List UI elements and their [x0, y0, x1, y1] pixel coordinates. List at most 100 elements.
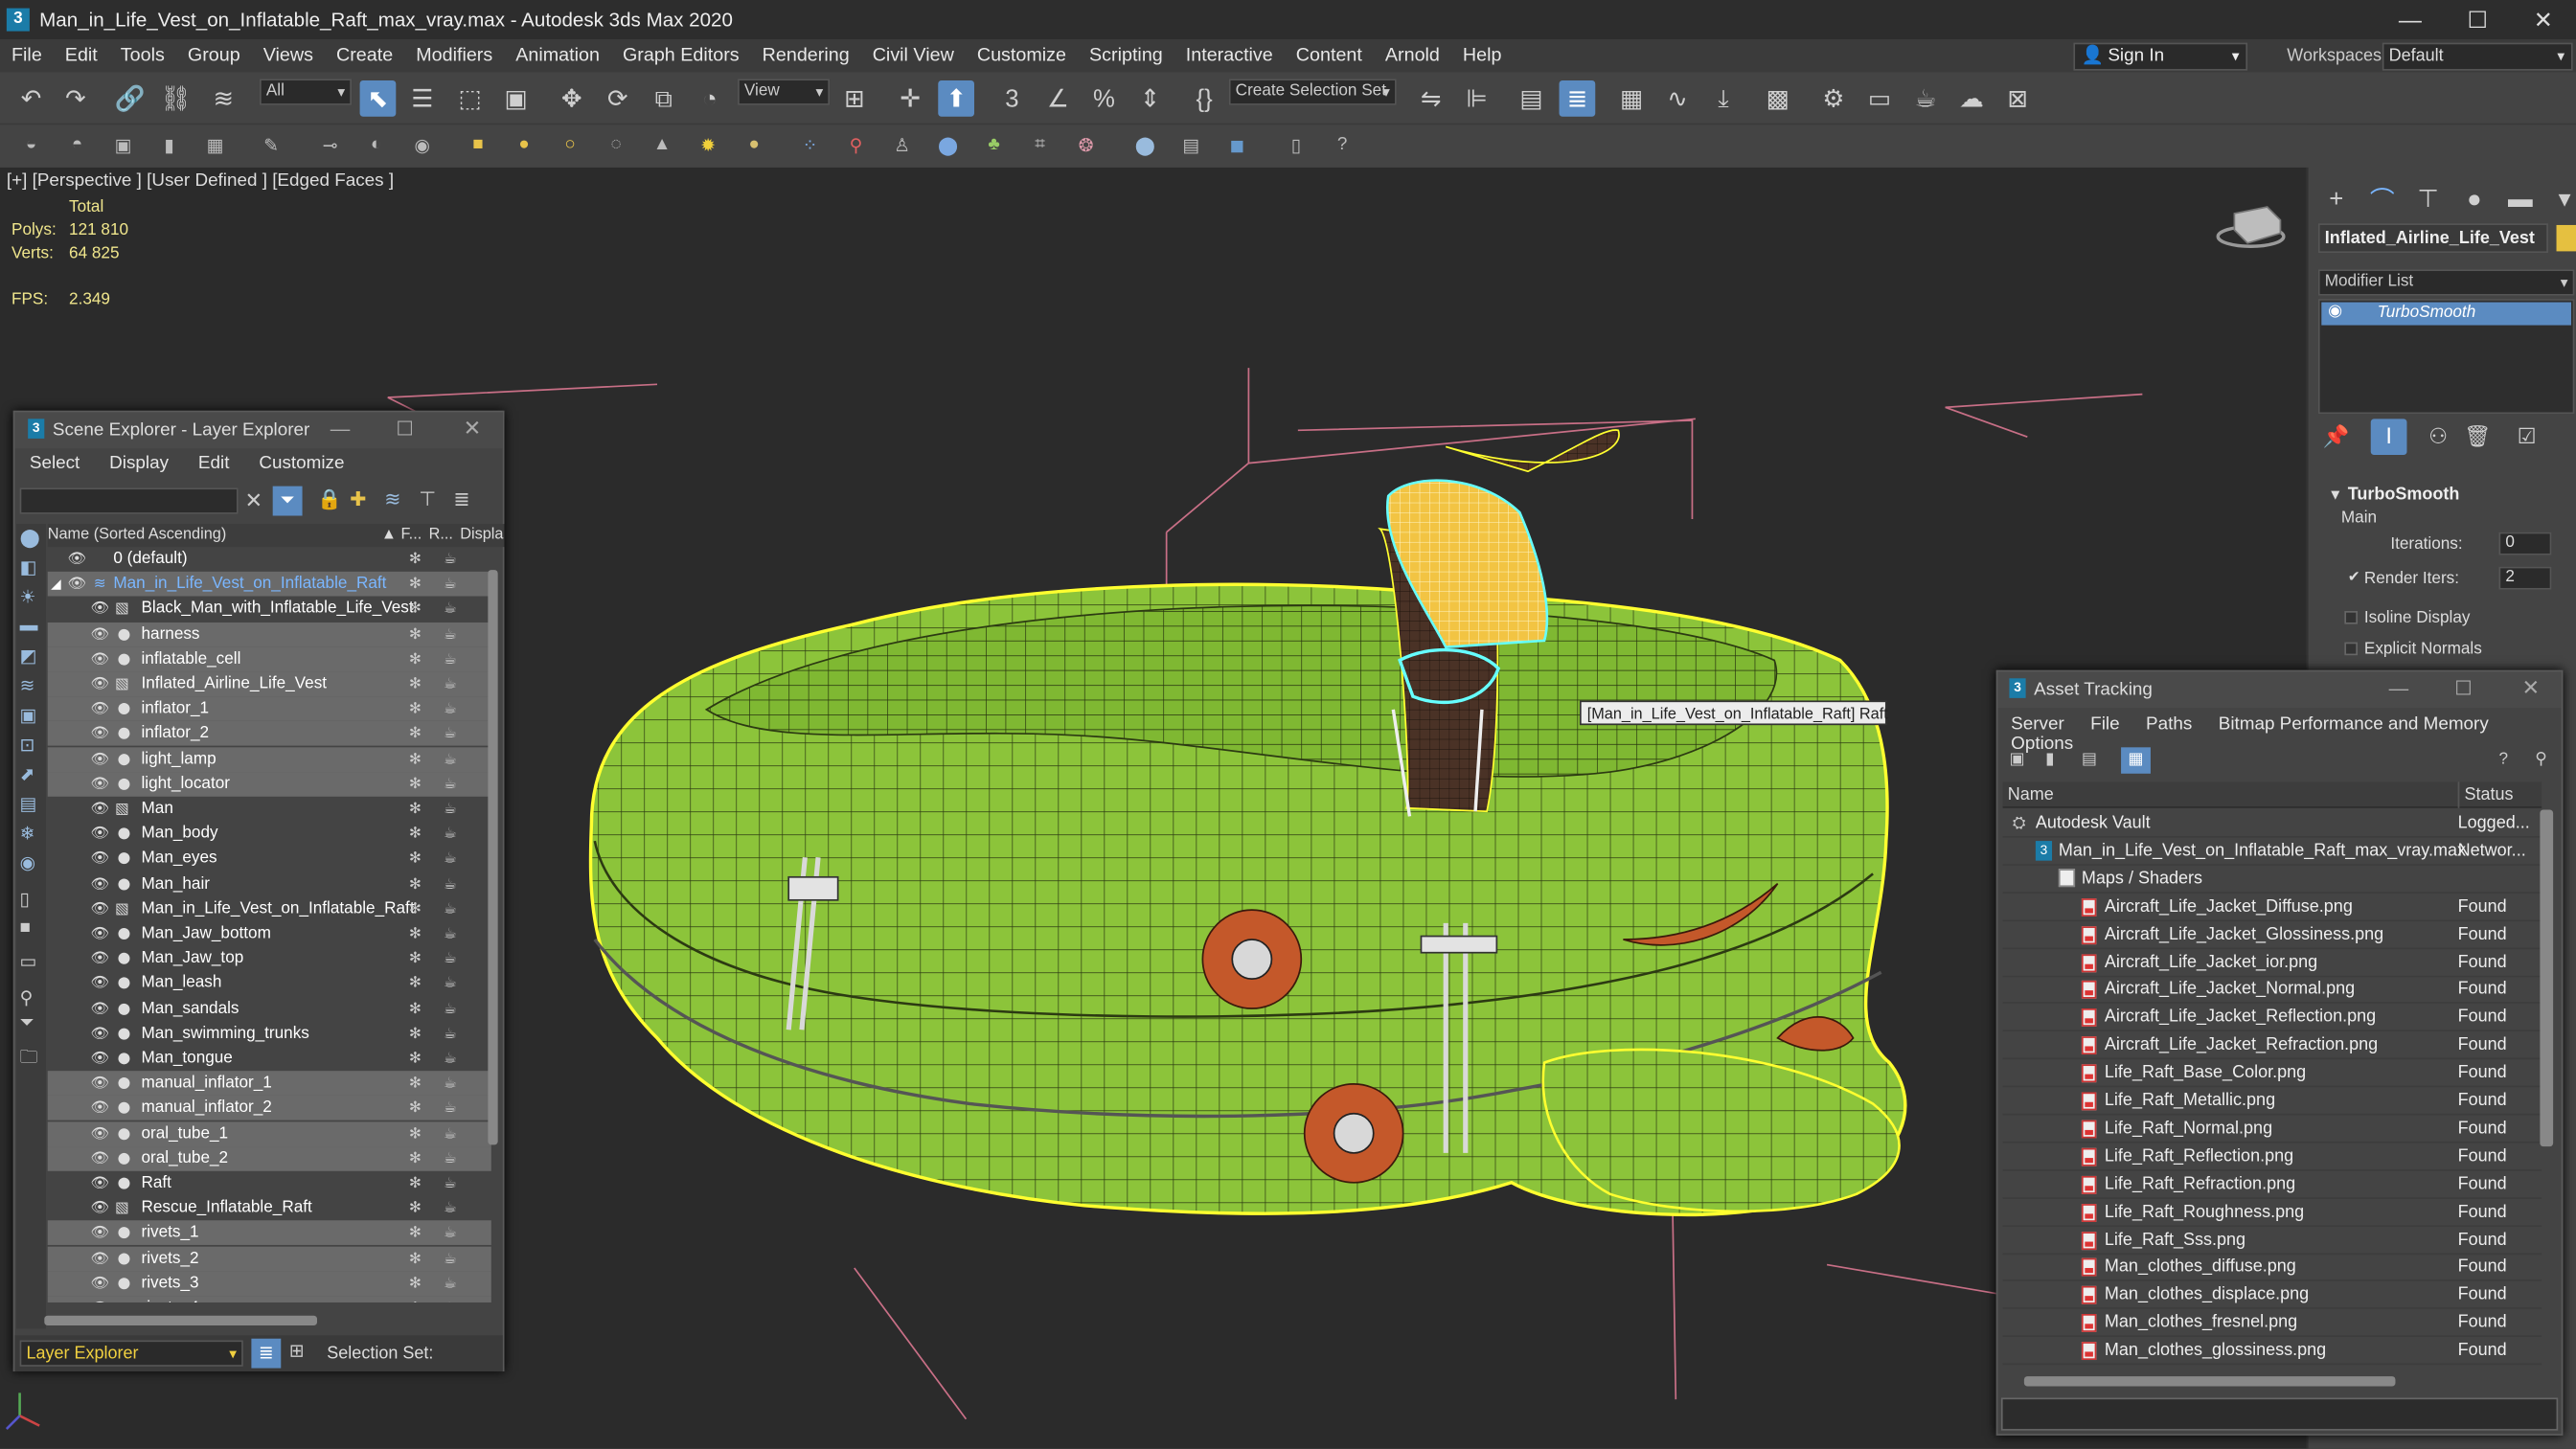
asset-row[interactable]: Life_Raft_Base_Color.png Found — [2002, 1059, 2542, 1088]
iterations-spinner[interactable]: 0 — [2498, 532, 2552, 555]
layer-explorer-toggle-icon[interactable]: ≣ — [251, 1338, 282, 1369]
scene-row[interactable]: 👁 inflator_2 ✻ ☕ — [47, 721, 491, 747]
eye-icon[interactable]: 👁 — [90, 1246, 109, 1271]
asset-horizontal-scrollbar[interactable] — [2023, 1376, 2396, 1387]
foliage-icon[interactable]: ♣ — [979, 129, 1009, 159]
select-by-name-icon[interactable]: ☰ — [404, 80, 441, 117]
toggle-ribbon-icon[interactable]: ▦ — [1613, 80, 1650, 117]
scene-explorer-titlebar[interactable]: 3 Scene Explorer - Layer Explorer — ☐ ✕ — [14, 412, 503, 449]
freeze-icon[interactable]: ✻ — [409, 1097, 422, 1121]
expand-arrow-icon[interactable]: ◢ — [51, 572, 61, 597]
bind-space-warp-icon[interactable]: ≋ — [205, 80, 241, 117]
close-icon[interactable]: ✕ — [2511, 0, 2576, 39]
rollout-title[interactable]: TurboSmooth — [2348, 485, 2460, 505]
tree-view-icon[interactable]: ▦ — [2121, 747, 2151, 774]
scene-row[interactable]: 👁 ▧ Black_Man_with_Inflatable_Life_Vest ✻ ☕ — [48, 597, 491, 622]
scene-row[interactable]: 👁 rivets_1 ✻ ☕ — [47, 1220, 491, 1246]
helper-icon[interactable]: ◐ — [361, 129, 391, 159]
render-teapot-icon[interactable]: ☕ — [444, 747, 457, 772]
asset-tracking-titlebar[interactable]: 3 Asset Tracking — ☐ ✕ — [1997, 671, 2562, 709]
eye-icon[interactable]: 👁 — [90, 747, 109, 772]
asset-row[interactable]: Life_Raft_Metallic.png Found — [2002, 1087, 2542, 1116]
eye-icon[interactable]: 👁 — [90, 946, 109, 971]
scene-row[interactable]: 👁 oral_tube_2 ✻ ☕ — [47, 1145, 491, 1171]
window-crossing-icon[interactable]: ▣ — [498, 80, 535, 117]
eye-icon[interactable]: 👁 — [90, 872, 109, 896]
freeze-icon[interactable]: ✻ — [409, 1121, 422, 1146]
column-name[interactable]: Name (Sorted Ascending) — [48, 524, 227, 547]
scene-row[interactable]: 👁 inflatable_cell ✻ ☕ — [47, 646, 491, 672]
display-geometry-icon[interactable]: ⬤ — [20, 528, 40, 549]
pyramid-icon[interactable]: ▲ — [648, 129, 677, 159]
freeze-icon[interactable]: ✻ — [409, 646, 422, 671]
render-teapot-icon[interactable]: ☕ — [444, 646, 457, 671]
render-teapot-icon[interactable]: ☕ — [444, 1271, 457, 1296]
eye-icon[interactable]: 👁 — [90, 1146, 109, 1171]
freeze-icon[interactable]: ✻ — [409, 797, 422, 822]
selection-filter-dropdown[interactable]: All — [259, 79, 353, 105]
eye-icon[interactable]: 👁 — [90, 1196, 109, 1221]
scene-row[interactable]: 👁 manual_inflator_2 ✻ ☕ — [47, 1096, 491, 1121]
asset-row[interactable]: ⛭ Autodesk Vault Logged... — [2002, 809, 2542, 838]
render-teapot-icon[interactable]: ☕ — [444, 847, 457, 872]
scene-row[interactable]: 👁 Man_body ✻ ☕ — [48, 822, 491, 847]
render-teapot-icon[interactable]: ☕ — [444, 772, 457, 797]
render-teapot-icon[interactable]: ☕ — [444, 597, 457, 622]
eye-icon[interactable]: ◉ — [2328, 303, 2342, 321]
table-view-icon[interactable]: ▤ — [2082, 751, 2097, 769]
align-icon[interactable]: ⊫ — [1459, 80, 1495, 117]
freeze-icon[interactable]: ✻ — [409, 996, 422, 1021]
asset-row[interactable]: Man_clothes_displace.png Found — [2002, 1281, 2542, 1310]
maximize-icon[interactable]: ☐ — [2445, 0, 2511, 39]
scene-row[interactable]: 👁 ▧ Man ✻ ☕ — [48, 797, 491, 822]
menu-help[interactable]: Help — [1451, 39, 1514, 72]
close-icon[interactable]: ✕ — [464, 416, 482, 441]
select-object-icon[interactable]: ⬉ — [359, 80, 397, 117]
material-sphere-icon[interactable]: ⬤ — [1130, 129, 1160, 159]
percent-snap-icon[interactable]: % — [1086, 80, 1123, 117]
remove-modifier-icon[interactable]: 🗑 — [2459, 419, 2496, 455]
render-teapot-icon[interactable]: ☕ — [444, 1171, 457, 1196]
freeze-icon[interactable]: ✻ — [409, 822, 422, 847]
menu-rendering[interactable]: Rendering — [751, 39, 861, 72]
close-icon[interactable]: ✕ — [2522, 675, 2541, 701]
scene-row[interactable]: 👁 Man_hair ✻ ☕ — [48, 872, 491, 896]
menu-graph-editors[interactable]: Graph Editors — [611, 39, 751, 72]
scene-row[interactable]: 👁 rivets_3 ✻ ☕ — [47, 1271, 491, 1296]
asset-row[interactable]: Life_Raft_Normal.png Found — [2002, 1115, 2542, 1143]
eye-icon[interactable]: 👁 — [90, 597, 109, 622]
render-teapot-icon[interactable]: ☕ — [444, 1046, 457, 1071]
frame-buffer-icon[interactable]: ▤ — [1176, 129, 1206, 159]
scene-vertical-scrollbar[interactable] — [488, 570, 498, 1145]
freeze-icon[interactable]: ✻ — [409, 1271, 422, 1296]
scene-row[interactable]: 👁 Raft ✻ ☕ — [48, 1171, 491, 1196]
eye-icon[interactable]: 👁 — [90, 671, 109, 696]
scene-row[interactable]: 👁 Man_tongue ✻ ☕ — [48, 1046, 491, 1071]
workspace-dropdown[interactable]: Default ▾ — [2382, 42, 2573, 71]
column-display[interactable]: Displa — [460, 524, 503, 547]
asset-row[interactable]: Man_clothes_diffuse.png Found — [2002, 1254, 2542, 1282]
space-warp-icon[interactable]: ◉ — [407, 129, 437, 159]
maximize-icon[interactable]: ☐ — [396, 418, 413, 441]
help-icon[interactable]: ? — [1328, 129, 1357, 159]
make-current-layer-icon[interactable]: ⊤ — [419, 487, 436, 510]
asset-menu-paths[interactable]: Paths — [2132, 714, 2205, 735]
eye-icon[interactable]: 👁 — [90, 896, 109, 921]
light-icon[interactable]: ✹ — [694, 129, 723, 159]
sphere-primitive-icon[interactable]: ○ — [556, 129, 585, 159]
freeze-icon[interactable]: ✻ — [409, 1296, 422, 1302]
render-production-icon[interactable]: ☕ — [1907, 80, 1944, 117]
scene-row[interactable]: 👁 oral_tube_1 ✻ ☕ — [47, 1121, 491, 1146]
scene-row[interactable]: 👁 rivets_4 ✻ ☕ — [47, 1296, 491, 1302]
viewcube-icon[interactable] — [2216, 206, 2286, 248]
clear-search-icon[interactable]: ✕ — [245, 487, 263, 513]
freeze-icon[interactable]: ✻ — [409, 671, 422, 696]
freeze-icon[interactable]: ✻ — [409, 946, 422, 971]
add-to-layer-icon[interactable]: ≋ — [384, 487, 400, 510]
show-end-result-icon[interactable]: Ⅰ — [2370, 419, 2407, 456]
render-teapot-icon[interactable]: ☕ — [444, 872, 457, 896]
menu-views[interactable]: Views — [252, 39, 325, 72]
eye-icon[interactable]: 👁 — [90, 646, 109, 671]
menu-modifiers[interactable]: Modifiers — [404, 39, 504, 72]
render-teapot-icon[interactable]: ☕ — [444, 1196, 457, 1221]
